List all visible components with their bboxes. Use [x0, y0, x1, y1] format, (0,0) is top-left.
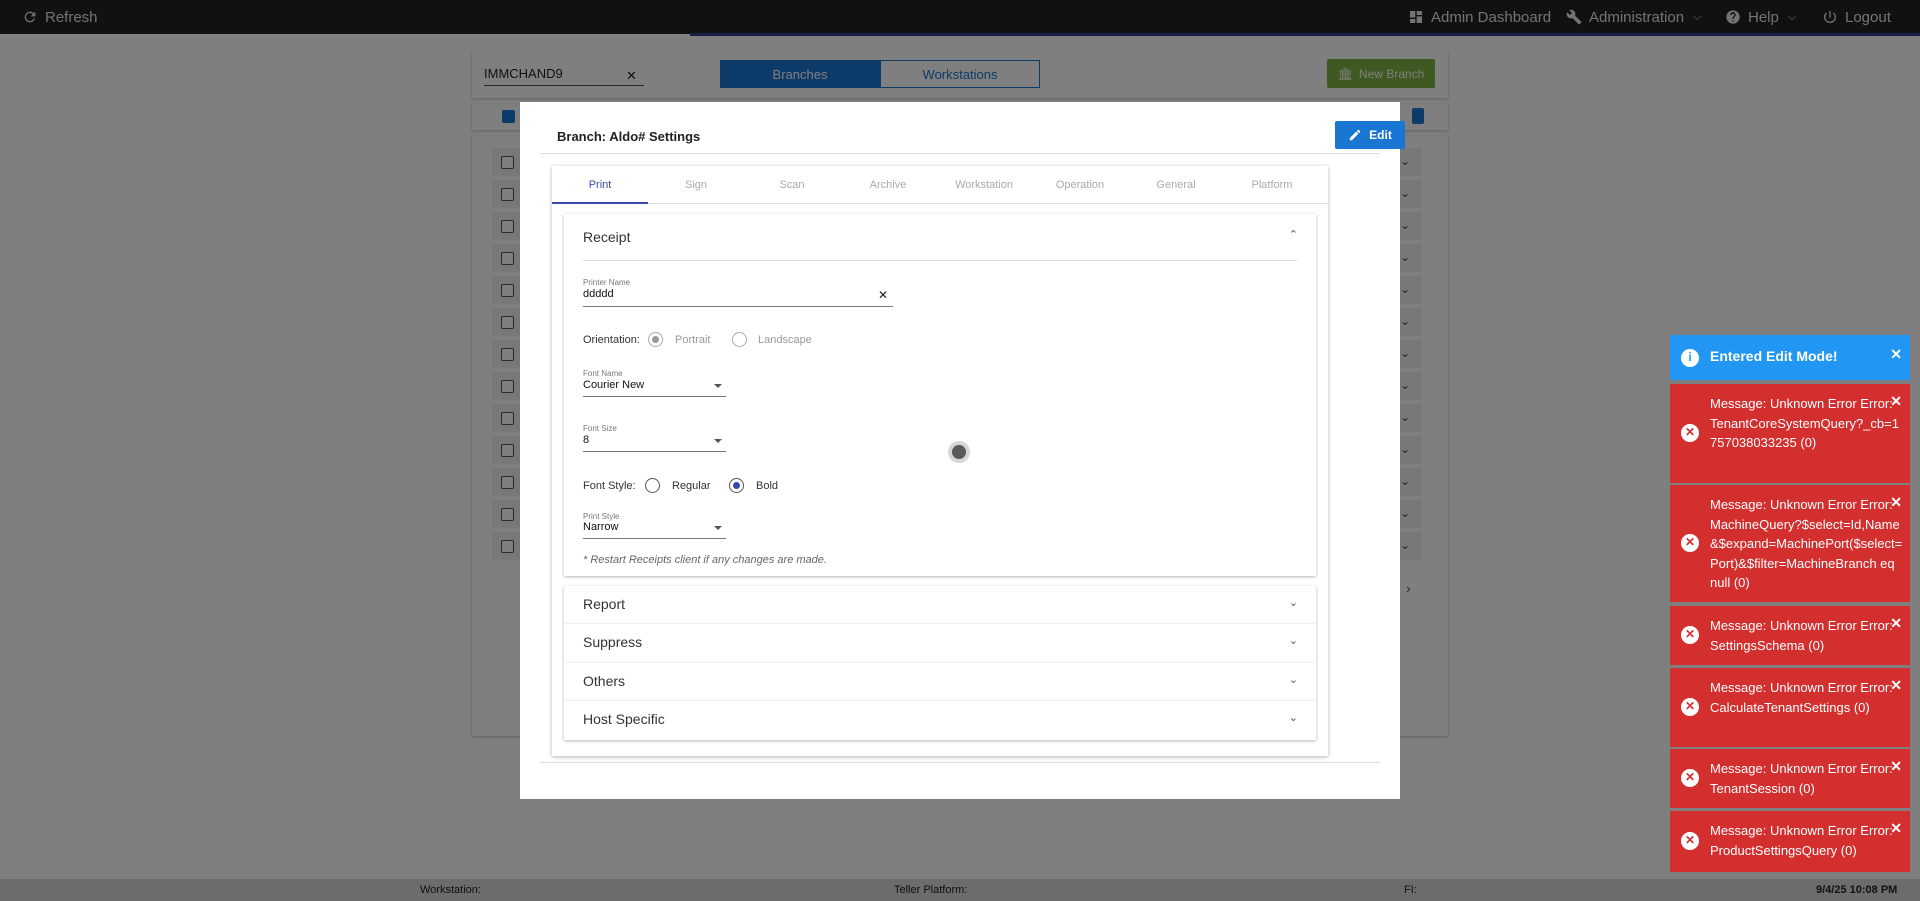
- error-icon: ✕: [1681, 626, 1699, 644]
- dropdown-arrow-icon[interactable]: [714, 526, 722, 530]
- font-size-underline: [583, 451, 726, 452]
- clear-icon[interactable]: ✕: [878, 288, 888, 302]
- font-size-value: 8: [583, 434, 590, 446]
- print-style-value: Narrow: [583, 521, 619, 533]
- chevron-up-icon[interactable]: ⌃: [1289, 228, 1298, 241]
- font-style-bold-label: Bold: [756, 480, 779, 492]
- close-icon[interactable]: ✕: [1890, 676, 1902, 696]
- error-icon: ✕: [1681, 534, 1699, 552]
- toast-error[interactable]: ✕ Message: Unknown Error Error: Calculat…: [1670, 668, 1910, 747]
- chevron-down-icon[interactable]: ⌄: [1289, 634, 1298, 647]
- font-name-select[interactable]: Courier New: [583, 377, 726, 397]
- tab-scan[interactable]: Scan: [744, 166, 840, 203]
- settings-tabs: Print Sign Scan Archive Workstation Oper…: [552, 166, 1328, 204]
- orientation-label: Orientation:: [583, 334, 640, 346]
- error-icon: ✕: [1681, 769, 1699, 787]
- toast-message: Message: Unknown Error Error: ProductSet…: [1710, 823, 1893, 858]
- close-icon[interactable]: ✕: [1890, 345, 1902, 365]
- toast-message: Message: Unknown Error Error: TenantCore…: [1710, 396, 1899, 450]
- tab-operation[interactable]: Operation: [1032, 166, 1128, 203]
- toast-error[interactable]: ✕ Message: Unknown Error Error: TenantCo…: [1670, 384, 1910, 483]
- toast-error[interactable]: ✕ Message: Unknown Error Error: MachineQ…: [1670, 485, 1910, 602]
- edit-label: Edit: [1369, 128, 1392, 142]
- error-icon: ✕: [1681, 424, 1699, 442]
- orientation-landscape-label: Landscape: [758, 334, 812, 346]
- tab-archive[interactable]: Archive: [840, 166, 936, 203]
- restart-note: * Restart Receipts client if any changes…: [583, 554, 827, 566]
- modal-footer-divider: [540, 762, 1380, 763]
- orientation-portrait-label: Portrait: [675, 334, 711, 346]
- toast-error[interactable]: ✕ Message: Unknown Error Error: Settings…: [1670, 606, 1910, 665]
- modal-title: Branch: Aldo# Settings: [557, 129, 701, 144]
- print-style-select[interactable]: Narrow: [583, 519, 726, 539]
- error-icon: ✕: [1681, 698, 1699, 716]
- font-size-select[interactable]: 8: [583, 432, 726, 452]
- font-style-label: Font Style:: [583, 480, 636, 492]
- tab-platform[interactable]: Platform: [1224, 166, 1320, 203]
- report-panel[interactable]: Report ⌄: [564, 586, 1316, 624]
- error-icon: ✕: [1681, 832, 1699, 850]
- font-style-regular-label: Regular: [672, 480, 711, 492]
- settings-tabs-card: Print Sign Scan Archive Workstation Oper…: [552, 166, 1328, 756]
- close-icon[interactable]: ✕: [1890, 819, 1902, 839]
- receipt-panel-title[interactable]: Receipt: [583, 229, 630, 245]
- suppress-panel[interactable]: Suppress ⌄: [564, 624, 1316, 663]
- font-name-value: Courier New: [583, 379, 645, 391]
- close-icon[interactable]: ✕: [1890, 493, 1902, 513]
- dropdown-arrow-icon[interactable]: [714, 384, 722, 388]
- modal-header: Branch: Aldo# Settings Edit: [540, 112, 1405, 154]
- font-name-underline: [583, 396, 726, 397]
- toast-error[interactable]: ✕ Message: Unknown Error Error: ProductS…: [1670, 811, 1910, 872]
- orientation-landscape-radio[interactable]: [732, 332, 747, 347]
- tab-sign[interactable]: Sign: [648, 166, 744, 203]
- printer-name-value: ddddd: [583, 288, 614, 300]
- toast-message: Entered Edit Mode!: [1710, 348, 1838, 364]
- toast-message: Message: Unknown Error Error: MachineQue…: [1710, 497, 1903, 590]
- dropdown-arrow-icon[interactable]: [714, 439, 722, 443]
- toast-info[interactable]: i Entered Edit Mode! ✕: [1670, 335, 1910, 380]
- host-specific-panel[interactable]: Host Specific ⌄: [564, 701, 1316, 740]
- report-panel-title: Report: [583, 596, 626, 612]
- tab-general[interactable]: General: [1128, 166, 1224, 203]
- others-panel[interactable]: Others ⌄: [564, 663, 1316, 701]
- close-icon[interactable]: ✕: [1890, 757, 1902, 777]
- tab-print[interactable]: Print: [552, 166, 648, 204]
- chevron-down-icon[interactable]: ⌄: [1289, 711, 1298, 724]
- close-icon[interactable]: ✕: [1890, 614, 1902, 634]
- toast-error[interactable]: ✕ Message: Unknown Error Error: TenantSe…: [1670, 749, 1910, 808]
- tab-workstation[interactable]: Workstation: [936, 166, 1032, 203]
- others-panel-title: Others: [583, 673, 626, 689]
- toast-message: Message: Unknown Error Error: CalculateT…: [1710, 680, 1893, 715]
- chevron-down-icon[interactable]: ⌄: [1289, 673, 1298, 686]
- host-specific-panel-title: Host Specific: [583, 711, 665, 727]
- toast-message: Message: Unknown Error Error: TenantSess…: [1710, 761, 1893, 796]
- printer-name-input[interactable]: ddddd: [583, 286, 893, 306]
- loading-spinner: [948, 441, 970, 463]
- close-icon[interactable]: ✕: [1890, 392, 1902, 412]
- toast-message: Message: Unknown Error Error: SettingsSc…: [1710, 618, 1893, 653]
- edit-button[interactable]: Edit: [1335, 121, 1405, 149]
- receipt-divider: [583, 260, 1297, 261]
- chevron-down-icon[interactable]: ⌄: [1289, 596, 1298, 609]
- receipt-panel: Receipt ⌃ Printer Name ddddd ✕ Orientati…: [564, 214, 1316, 576]
- printer-name-underline: [583, 306, 893, 307]
- font-style-bold-radio[interactable]: [729, 478, 744, 493]
- info-icon: i: [1681, 349, 1699, 367]
- font-style-regular-radio[interactable]: [645, 478, 660, 493]
- print-style-underline: [583, 538, 726, 539]
- suppress-panel-title: Suppress: [583, 634, 643, 650]
- pencil-icon: [1349, 129, 1361, 141]
- orientation-portrait-radio[interactable]: [648, 332, 663, 347]
